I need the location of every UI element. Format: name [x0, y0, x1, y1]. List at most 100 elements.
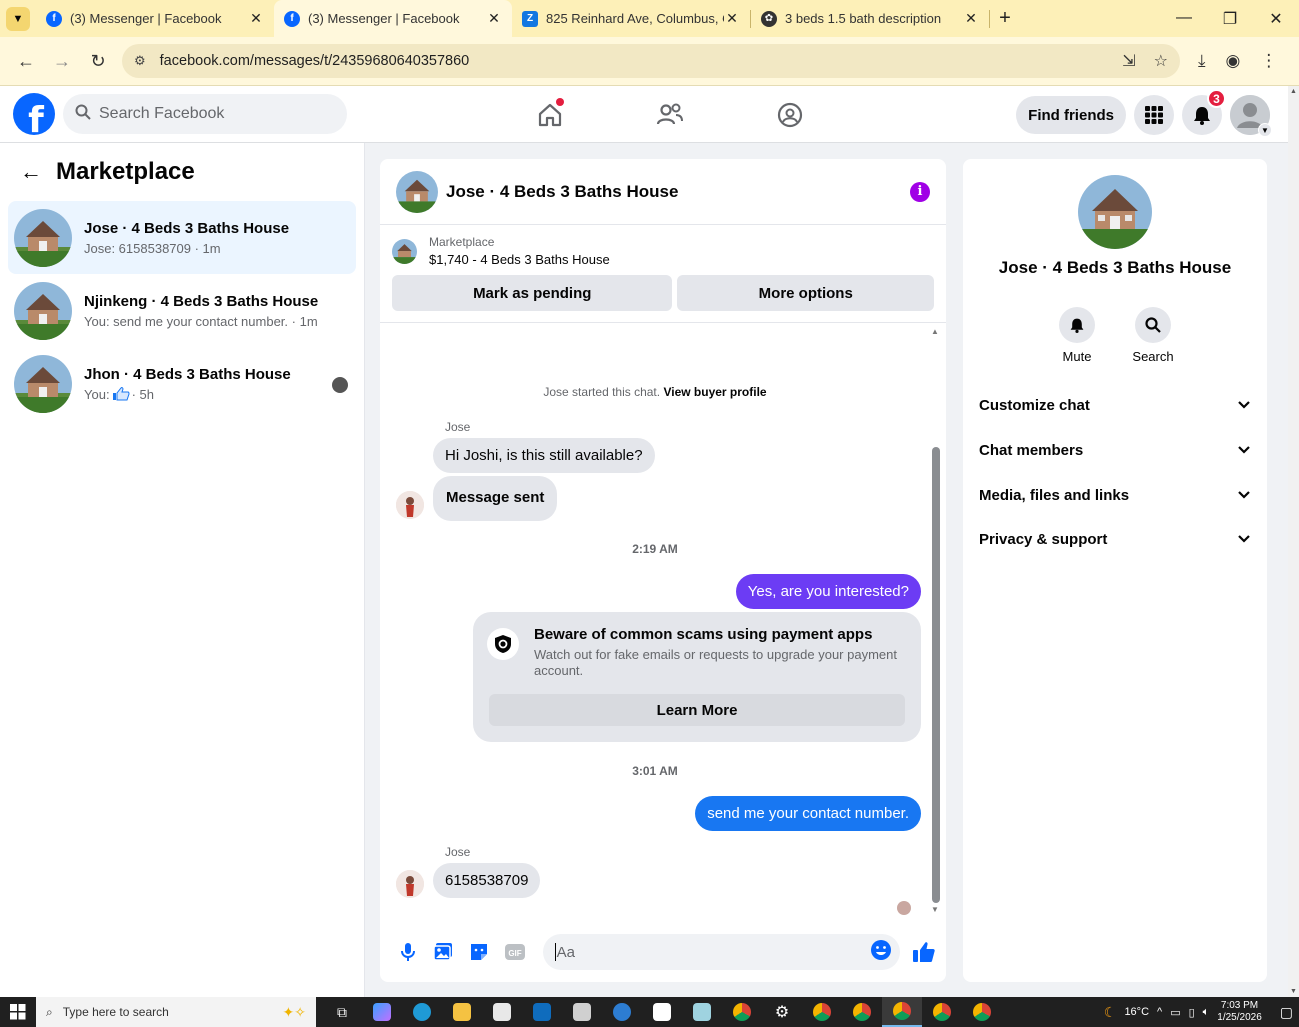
notifications-button[interactable]: 3: [1182, 89, 1226, 135]
chrome-app-icon[interactable]: [842, 997, 882, 1027]
info-icon[interactable]: i: [910, 181, 930, 202]
close-icon[interactable]: ✕: [963, 10, 979, 27]
new-tab-button[interactable]: +: [990, 7, 1020, 30]
windows-start-button[interactable]: [0, 997, 36, 1027]
emoji-icon[interactable]: [870, 939, 892, 965]
chrome-app-icon[interactable]: [922, 997, 962, 1027]
nav-friends[interactable]: [610, 86, 730, 143]
more-options-button[interactable]: More options: [677, 275, 934, 311]
conversation-house-photo[interactable]: [1078, 175, 1152, 249]
like-thumbs-up-icon[interactable]: [910, 938, 938, 966]
account-avatar[interactable]: ▼: [1230, 95, 1272, 137]
outlook-app-icon[interactable]: [522, 997, 562, 1027]
temperature[interactable]: 16°C: [1124, 1006, 1149, 1018]
battery-icon[interactable]: ▯: [1189, 1006, 1195, 1019]
message-input[interactable]: Aa: [542, 934, 901, 970]
chrome-app-icon[interactable]: [882, 997, 922, 1027]
edge-app-icon[interactable]: [402, 997, 442, 1027]
conversation-item[interactable]: Njinkeng · 4 Beds 3 Baths House You: sen…: [8, 274, 356, 347]
clock-date: 1/25/2026: [1217, 1012, 1262, 1023]
find-friends-button[interactable]: Find friends: [1016, 96, 1126, 134]
forward-icon[interactable]: →: [44, 51, 80, 72]
taskbar-search-box[interactable]: ⌕ Type here to search ✦✧: [36, 997, 316, 1027]
notification-center-icon[interactable]: ▢: [1280, 1004, 1293, 1021]
mark-as-pending-button[interactable]: Mark as pending: [392, 275, 673, 311]
more-menu-icon[interactable]: ⋮: [1260, 51, 1277, 71]
outgoing-message[interactable]: Yes, are you interested?: [735, 574, 921, 609]
view-buyer-profile-link[interactable]: View buyer profile: [663, 385, 766, 399]
chat-members-section[interactable]: Chat members: [963, 428, 1267, 472]
address-bar[interactable]: ⚙ facebook.com/messages/t/24359680640357…: [122, 44, 1180, 78]
conversation-item[interactable]: Jhon · 4 Beds 3 Baths House You: · 5h: [8, 347, 356, 420]
clock[interactable]: 7:03 PM 1/25/2026: [1217, 1000, 1262, 1024]
menu-button[interactable]: [1134, 95, 1174, 135]
network-icon[interactable]: ▭: [1170, 1006, 1180, 1019]
file-explorer-app-icon[interactable]: [442, 997, 482, 1027]
sticker-icon[interactable]: [465, 938, 493, 966]
profile-icon[interactable]: ◉: [1226, 51, 1241, 71]
page-scrollbar[interactable]: ▲ ▼: [1288, 86, 1299, 997]
chrome-app-icon[interactable]: [802, 997, 842, 1027]
close-icon[interactable]: ✕: [486, 10, 502, 27]
download-icon[interactable]: ⤓: [1198, 51, 1206, 71]
restore-icon[interactable]: ❐: [1207, 9, 1253, 29]
listing-thumbnail[interactable]: [392, 238, 417, 264]
tray-chevron-icon[interactable]: ^: [1157, 1006, 1162, 1018]
learn-more-button[interactable]: Learn More: [489, 694, 905, 726]
bookmark-star-icon[interactable]: ☆: [1154, 51, 1168, 71]
app-icon[interactable]: [642, 997, 682, 1027]
nav-groups[interactable]: [730, 86, 850, 143]
browser-tab-4[interactable]: ✿ 3 beds 1.5 bath description ✕: [751, 0, 989, 37]
browser-tab-1[interactable]: f (3) Messenger | Facebook ✕: [36, 0, 274, 37]
weather-icon[interactable]: ☾: [1104, 1004, 1117, 1021]
customize-chat-section[interactable]: Customize chat: [963, 383, 1267, 427]
chrome-app-icon[interactable]: [722, 997, 762, 1027]
incoming-message[interactable]: Hi Joshi, is this still available?: [433, 438, 655, 473]
close-window-icon[interactable]: ✕: [1253, 9, 1299, 29]
reload-icon[interactable]: ↻: [80, 51, 116, 72]
photo-icon[interactable]: [430, 938, 458, 966]
tab-search-button[interactable]: ▼: [6, 6, 30, 31]
facebook-logo-icon[interactable]: f: [13, 93, 55, 135]
chrome-app-icon[interactable]: [962, 997, 1002, 1027]
site-info-icon[interactable]: ⚙: [134, 53, 146, 69]
scroll-up-icon[interactable]: ▲: [931, 327, 939, 336]
thread-scrollbar[interactable]: [932, 447, 940, 903]
mute-button[interactable]: Mute: [1057, 307, 1097, 364]
app-icon[interactable]: [602, 997, 642, 1027]
scroll-down-icon[interactable]: ▼: [1290, 988, 1297, 995]
chat-title[interactable]: Jose · 4 Beds 3 Baths House: [446, 182, 678, 202]
nav-home[interactable]: [490, 86, 610, 143]
gif-icon[interactable]: GIF: [501, 938, 529, 966]
outgoing-message[interactable]: send me your contact number.: [695, 796, 921, 831]
facebook-search-input[interactable]: Search Facebook: [63, 94, 347, 134]
conversation-item[interactable]: Jose · 4 Beds 3 Baths House Jose: 615853…: [8, 201, 356, 274]
scroll-up-icon[interactable]: ▲: [1290, 88, 1297, 95]
copilot-app-icon[interactable]: [362, 997, 402, 1027]
browser-tab-3[interactable]: Z 825 Reinhard Ave, Columbus, O ✕: [512, 0, 750, 37]
photos-app-icon[interactable]: [562, 997, 602, 1027]
back-icon[interactable]: ←: [8, 51, 44, 72]
minimize-icon[interactable]: —: [1161, 9, 1207, 29]
close-icon[interactable]: ✕: [248, 10, 264, 27]
close-icon[interactable]: ✕: [724, 10, 740, 27]
browser-tab-2[interactable]: f (3) Messenger | Facebook ✕: [274, 0, 512, 37]
browser-toolbar: ← → ↻ ⚙ facebook.com/messages/t/24359680…: [0, 37, 1299, 86]
incoming-message[interactable]: 6158538709: [433, 863, 541, 898]
media-files-links-section[interactable]: Media, files and links: [963, 473, 1267, 517]
sender-avatar[interactable]: [396, 491, 424, 519]
volume-icon[interactable]: 🔈︎: [1203, 1006, 1210, 1019]
install-app-icon[interactable]: ⇲: [1122, 51, 1135, 71]
store-app-icon[interactable]: [482, 997, 522, 1027]
settings-app-icon[interactable]: ⚙: [762, 997, 802, 1027]
scroll-down-icon[interactable]: ▼: [931, 905, 939, 914]
task-view-icon[interactable]: ⧉: [322, 997, 362, 1027]
notes-app-icon[interactable]: [682, 997, 722, 1027]
search-in-chat-button[interactable]: Search: [1132, 307, 1174, 364]
microphone-icon[interactable]: [394, 938, 422, 966]
sender-avatar[interactable]: [396, 870, 424, 898]
chat-house-thumbnail[interactable]: [396, 170, 438, 213]
incoming-message[interactable]: Message sent: [433, 476, 558, 521]
privacy-support-section[interactable]: Privacy & support: [963, 517, 1267, 561]
back-arrow-icon[interactable]: ←: [20, 159, 42, 185]
